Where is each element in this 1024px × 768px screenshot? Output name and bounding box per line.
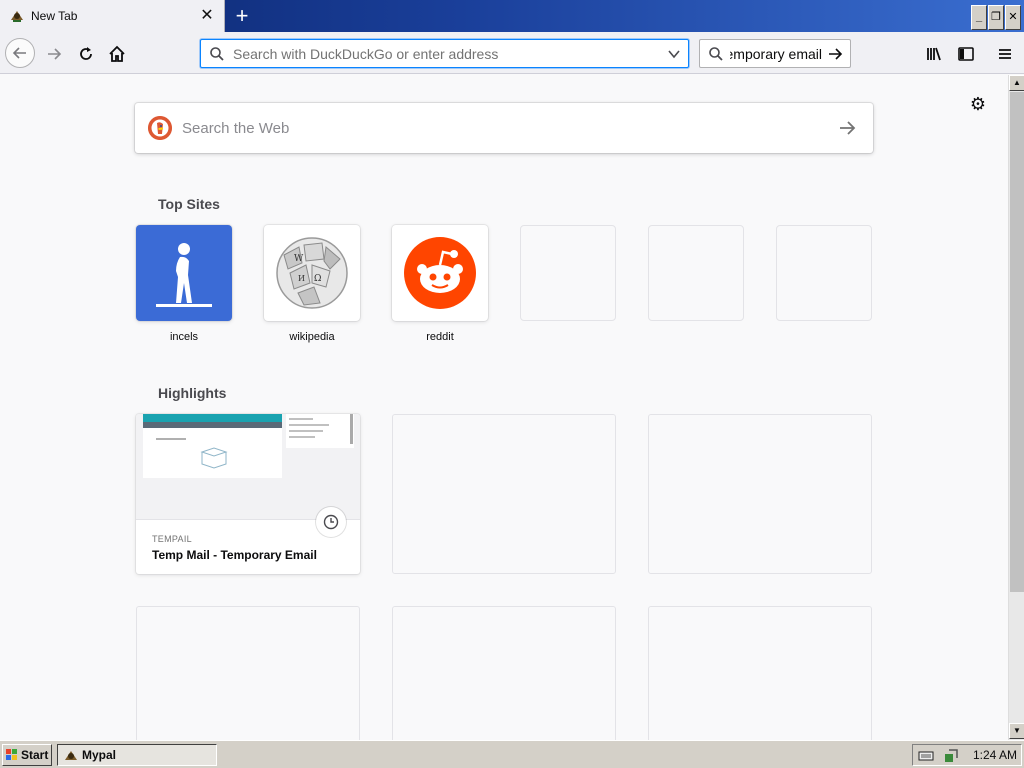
search-icon: [709, 47, 723, 61]
sidebar-button[interactable]: [952, 40, 980, 68]
taskbar-item-label: Mypal: [82, 748, 117, 762]
sidebar-icon: [958, 47, 974, 61]
mypal-favicon-icon: [11, 11, 23, 22]
svg-text:И: И: [298, 274, 305, 283]
tab-new-tab[interactable]: New Tab ✕: [0, 0, 225, 33]
forward-button[interactable]: [40, 40, 68, 68]
highlight-site: TEMPAIL: [152, 534, 192, 544]
arrow-right-icon[interactable]: [827, 46, 843, 62]
top-site-tile-incels[interactable]: [136, 225, 232, 321]
windows-logo-icon: [6, 749, 17, 760]
back-button[interactable]: [4, 37, 36, 69]
tab-close-icon[interactable]: ✕: [198, 6, 216, 26]
top-site-tile-empty[interactable]: [776, 225, 872, 321]
system-tray: 1:24 AM: [912, 744, 1022, 766]
highlight-thumbnail: [136, 414, 360, 520]
gear-icon[interactable]: ⚙: [968, 94, 988, 114]
title-bar: New Tab ✕ + _ ❐ ✕: [0, 0, 1024, 33]
menu-button[interactable]: [991, 40, 1019, 68]
scroll-down-icon[interactable]: ▼: [1009, 723, 1024, 739]
clock-icon: [316, 507, 346, 537]
start-label: Start: [21, 748, 49, 762]
web-search-box[interactable]: [135, 103, 873, 153]
address-bar[interactable]: [200, 39, 689, 68]
clock: 1:24 AM: [973, 748, 1018, 762]
library-icon: [927, 47, 941, 61]
page-thumbnail-icon: [143, 414, 354, 478]
vertical-scrollbar[interactable]: ▲ ▼: [1008, 75, 1024, 740]
arrow-right-icon[interactable]: [835, 116, 859, 140]
close-window-button[interactable]: ✕: [1005, 5, 1021, 30]
highlights-heading: Highlights: [158, 385, 227, 401]
highlight-card-empty: [648, 606, 872, 740]
top-site-tile-empty[interactable]: [648, 225, 744, 321]
web-search-input[interactable]: [182, 103, 822, 153]
svg-text:W: W: [294, 254, 304, 264]
top-site-label[interactable]: incels: [136, 331, 232, 343]
restore-button[interactable]: ❐: [988, 5, 1004, 30]
top-site-tile-wikipedia[interactable]: W Ω И: [264, 225, 360, 321]
highlight-title: Temp Mail - Temporary Email: [152, 548, 317, 562]
home-icon: [109, 45, 125, 62]
highlight-card-empty: [136, 606, 360, 740]
home-button[interactable]: [103, 40, 131, 68]
reddit-alien-icon: [404, 237, 476, 309]
taskbar: Start Mypal 1:24 AM: [0, 740, 1024, 768]
top-site-label[interactable]: reddit: [392, 331, 488, 343]
duckduckgo-logo-icon: [148, 116, 172, 140]
search-bar[interactable]: Temporary email: [699, 39, 851, 68]
reload-icon: [80, 47, 92, 60]
keyboard-icon[interactable]: [918, 748, 934, 762]
top-site-tile-empty[interactable]: [520, 225, 616, 321]
scroll-thumb[interactable]: [1010, 92, 1024, 592]
highlight-card-empty: [392, 606, 616, 740]
forward-icon: [48, 48, 62, 60]
new-tab-button[interactable]: +: [229, 3, 255, 29]
network-icon[interactable]: [943, 748, 959, 764]
search-icon: [210, 47, 224, 61]
library-button[interactable]: [920, 40, 948, 68]
standing-figure-icon: [156, 243, 212, 307]
chevron-down-icon[interactable]: [667, 47, 681, 61]
search-bar-value[interactable]: Temporary email: [730, 46, 822, 62]
address-input[interactable]: [233, 40, 653, 67]
wikipedia-globe-icon: W Ω И: [276, 237, 348, 309]
highlight-card[interactable]: TEMPAIL Temp Mail - Temporary Email: [136, 414, 360, 574]
svg-text:Ω: Ω: [314, 274, 321, 284]
new-tab-page: ⚙ Top Sites W Ω И: [0, 75, 1008, 740]
top-sites-heading: Top Sites: [158, 196, 220, 212]
top-site-label[interactable]: wikipedia: [264, 331, 360, 343]
scroll-up-icon[interactable]: ▲: [1009, 75, 1024, 91]
mypal-favicon-icon: [65, 751, 77, 760]
highlight-card-empty: [648, 414, 872, 574]
taskbar-item-mypal[interactable]: Mypal: [57, 744, 217, 766]
reload-button[interactable]: [72, 40, 100, 68]
start-button[interactable]: Start: [2, 744, 52, 766]
highlight-card-empty: [392, 414, 616, 574]
tab-title: New Tab: [31, 9, 78, 23]
top-site-tile-reddit[interactable]: [392, 225, 488, 321]
menu-icon: [999, 49, 1011, 59]
minimize-button[interactable]: _: [971, 5, 987, 30]
back-icon: [12, 47, 26, 59]
